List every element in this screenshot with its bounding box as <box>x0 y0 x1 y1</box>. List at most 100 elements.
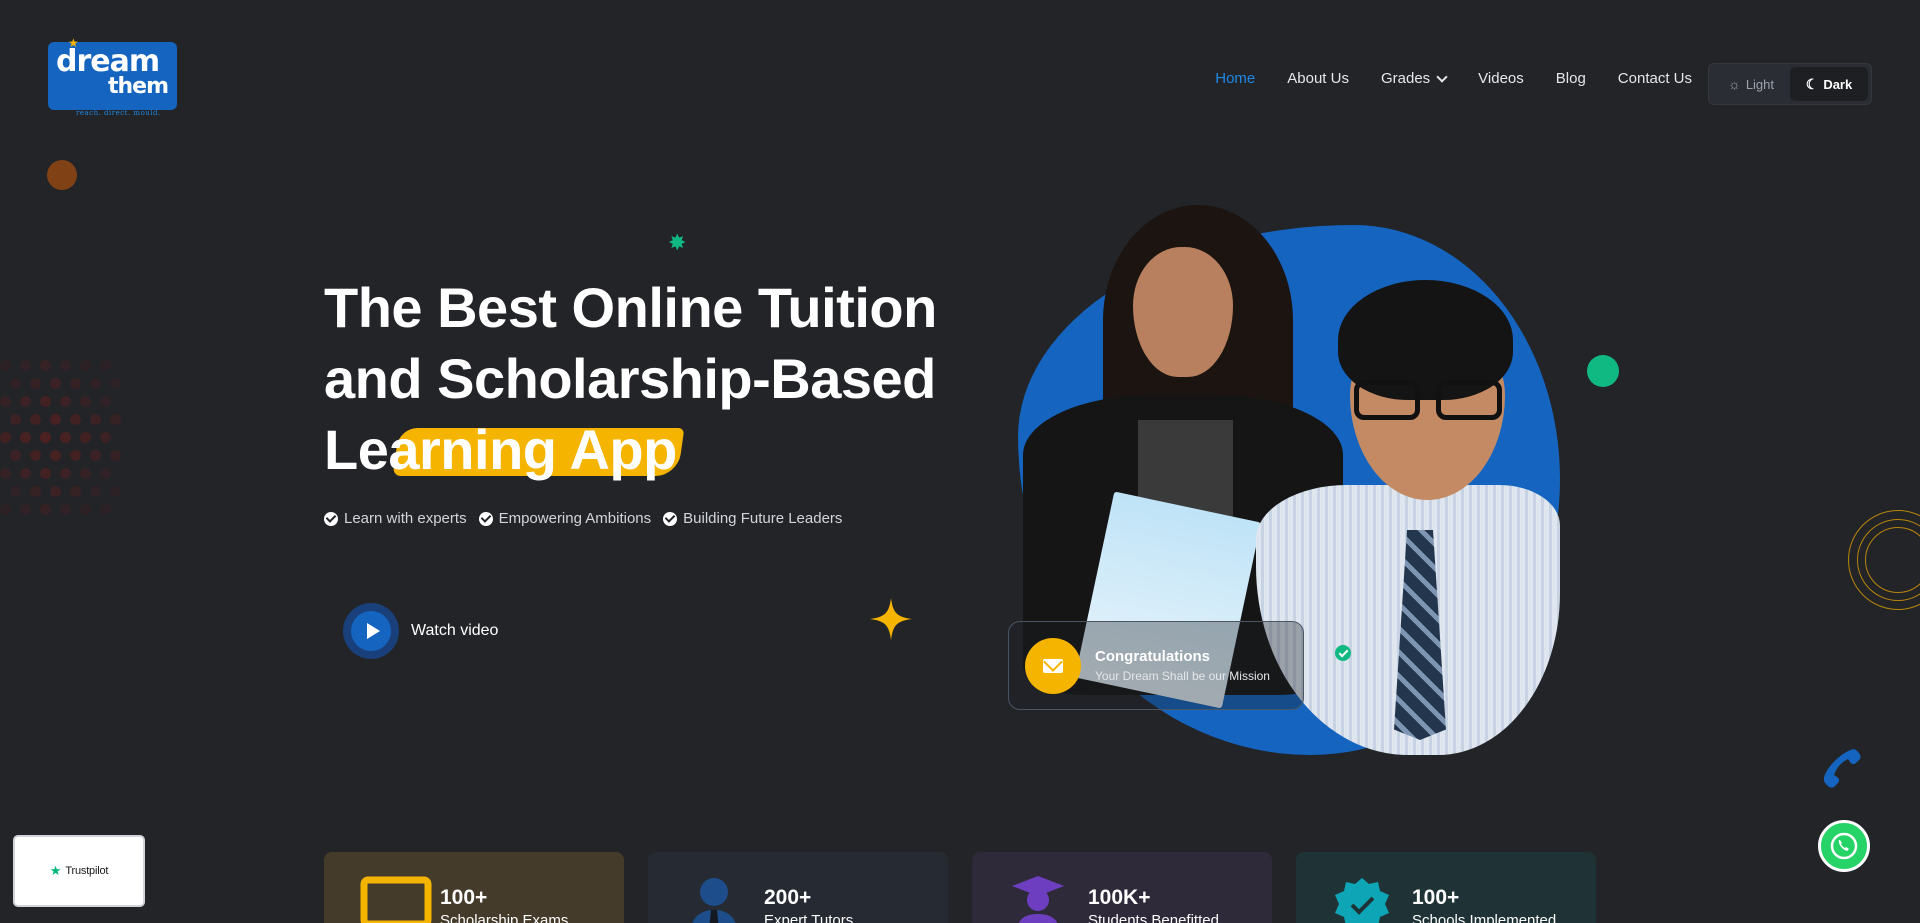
congratulations-text: Congratulations Your Dream Shall be our … <box>1095 648 1270 683</box>
pattern-dot <box>50 450 61 461</box>
pattern-dot <box>70 414 81 425</box>
whatsapp-button[interactable] <box>1818 820 1870 872</box>
light-mode-button[interactable]: ☼ Light <box>1712 67 1790 101</box>
burst-icon: ✸ <box>668 230 687 255</box>
pattern-dot <box>110 378 121 389</box>
brand-logo[interactable]: ★ dream them reach. direct. mould. <box>48 36 178 120</box>
pattern-dot <box>40 468 51 479</box>
stat-card: 100K+ Students Benefitted <box>972 852 1272 923</box>
light-label: Light <box>1745 76 1775 92</box>
nav-blog[interactable]: Blog <box>1556 70 1586 87</box>
hero-heading-highlight-text: earning App <box>357 418 678 481</box>
stat-label: Scholarship Exams <box>440 912 569 923</box>
pattern-dot <box>30 486 41 497</box>
trustpilot-star-icon: ★ <box>49 863 62 878</box>
phone-call-button[interactable] <box>1820 745 1864 789</box>
stat-number: 100K+ <box>1088 886 1151 909</box>
pattern-dot <box>10 450 21 461</box>
stat-text: 100+ Scholarship Exams <box>440 876 568 923</box>
pattern-dot <box>0 504 11 515</box>
logo-tagline: reach. direct. mould. <box>76 109 161 117</box>
nav-grades-label: Grades <box>1380 70 1431 87</box>
check-icon <box>663 511 678 526</box>
feature-label: Building Future Leaders <box>683 510 843 527</box>
monitor-icon <box>360 876 432 923</box>
decorative-green-dot <box>1587 355 1619 387</box>
stat-number: 200+ <box>764 886 812 909</box>
pattern-dot <box>80 432 91 443</box>
hero-heading: The Best Online Tuition and Scholarship-… <box>324 272 964 485</box>
pattern-dot <box>70 486 81 497</box>
pattern-dot <box>80 468 91 479</box>
pattern-dot <box>90 378 101 389</box>
pattern-dot <box>100 504 111 515</box>
pattern-dot <box>60 468 71 479</box>
stat-card: 100+ Schools Implemented <box>1296 852 1596 923</box>
pattern-dot <box>40 360 51 371</box>
pattern-dot <box>60 360 71 371</box>
pattern-dot <box>60 504 71 515</box>
pattern-dot <box>10 414 21 425</box>
pattern-dot <box>100 396 111 407</box>
feature-label: Learn with experts <box>344 510 467 527</box>
pattern-dot <box>0 468 11 479</box>
play-button[interactable] <box>343 603 399 659</box>
nav-home[interactable]: Home <box>1215 70 1255 87</box>
feature-item: Learn with experts <box>324 510 467 527</box>
check-icon <box>324 511 338 526</box>
pattern-dot <box>0 360 11 371</box>
pattern-dot <box>20 432 31 443</box>
watch-video-label: Watch video <box>411 622 499 639</box>
pattern-dot <box>20 504 31 515</box>
stat-text: 100K+ Students Benefitted <box>1088 876 1219 923</box>
nav-contact-label: Contact Us <box>1617 70 1692 87</box>
verified-check-icon <box>1335 645 1351 661</box>
pattern-dot <box>70 450 81 461</box>
pattern-dot <box>90 450 101 461</box>
trustpilot-widget[interactable]: ★ Trustpilot <box>15 837 143 905</box>
play-icon <box>366 623 380 639</box>
watch-video-button[interactable]: Watch video <box>343 603 498 659</box>
nav-contact-us[interactable]: Contact Us <box>1618 70 1692 87</box>
sun-icon: ☼ <box>1727 76 1741 92</box>
decorative-rings <box>1848 510 1920 610</box>
pattern-dot <box>10 486 21 497</box>
congratulations-subtitle: Your Dream Shall be our Mission <box>1095 669 1270 683</box>
sparkle-icon <box>870 598 912 640</box>
nav-grades[interactable]: Grades <box>1380 70 1448 87</box>
nav-about-us[interactable]: About Us <box>1287 70 1349 87</box>
hero-heading-line1: The Best Online Tuition <box>324 276 937 339</box>
pattern-dot <box>10 378 21 389</box>
pattern-dot <box>40 396 51 407</box>
pattern-dot <box>110 414 121 425</box>
hero-heading-line2: and Scholarship-Based <box>324 347 936 410</box>
congratulations-card: Congratulations Your Dream Shall be our … <box>1008 621 1304 710</box>
feature-label: Empowering Ambitions <box>498 510 652 527</box>
tutor-icon <box>684 876 738 923</box>
chevron-down-icon <box>1436 70 1448 83</box>
dark-label: Dark <box>1823 76 1853 92</box>
nav-videos-label: Videos <box>1478 70 1524 87</box>
logo-text-line2: them <box>108 74 169 99</box>
pattern-dot <box>90 486 101 497</box>
main-nav: Home About Us Grades Videos Blog Contact… <box>1183 70 1692 87</box>
pattern-dot <box>40 504 51 515</box>
pattern-dot <box>110 450 121 461</box>
play-button-inner <box>351 611 391 651</box>
stat-card: 100+ Scholarship Exams <box>324 852 624 923</box>
pattern-dot <box>50 414 61 425</box>
pattern-dot <box>40 432 51 443</box>
stat-text: 200+ Expert Tutors <box>764 876 853 923</box>
nav-videos[interactable]: Videos <box>1478 70 1524 87</box>
pattern-dot <box>100 360 111 371</box>
congratulations-title: Congratulations <box>1095 648 1210 665</box>
badge-check-icon <box>1332 876 1389 923</box>
hero-heading-line3-start: L <box>324 418 358 481</box>
mail-icon-circle <box>1025 637 1081 694</box>
pattern-dot <box>70 378 81 389</box>
pattern-dot <box>80 396 91 407</box>
pattern-dot <box>30 378 41 389</box>
feature-item: Empowering Ambitions <box>478 510 652 527</box>
dark-mode-button[interactable]: ☾ Dark <box>1790 67 1868 101</box>
pattern-dot <box>0 396 11 407</box>
